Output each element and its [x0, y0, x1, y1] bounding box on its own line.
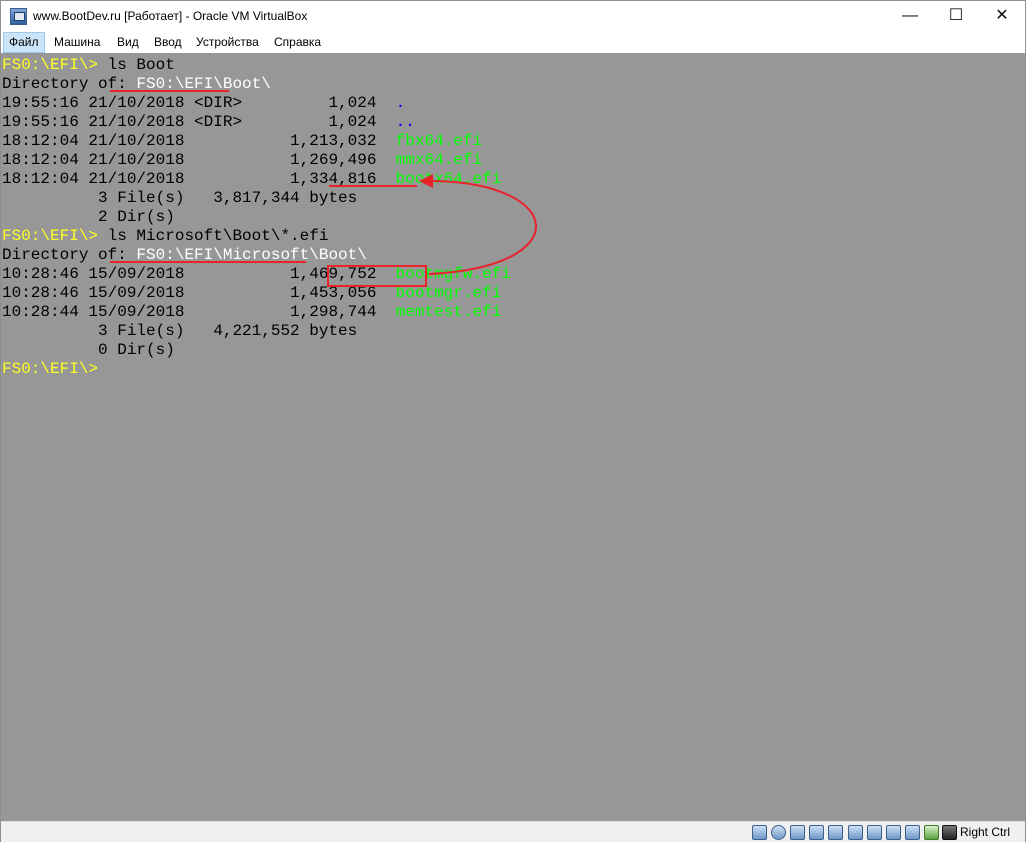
file-name: fbx64.efi: [395, 132, 483, 150]
terminal-line: FS0:\EFI\> ls Boot: [2, 56, 511, 75]
video-capture-icon[interactable]: [886, 825, 901, 840]
display-icon[interactable]: [867, 825, 882, 840]
audio-icon[interactable]: [790, 825, 805, 840]
menu-view[interactable]: Вид: [112, 32, 144, 53]
menu-bar: Файл Машина Вид Ввод Устройства Справка: [1, 32, 1025, 53]
optical-drive-icon[interactable]: [771, 825, 786, 840]
uefi-shell-output: FS0:\EFI\> ls Boot Directory of: FS0:\EFI…: [2, 56, 511, 379]
terminal-text: ls Boot: [107, 56, 175, 74]
underline-microsoft-boot-path: [110, 261, 306, 263]
shell-prompt: FS0:\EFI\>: [2, 56, 108, 74]
virtualbox-app-icon[interactable]: [10, 8, 27, 25]
menu-machine[interactable]: Машина: [49, 32, 105, 53]
terminal-text: 3 File(s) 3,817,344 bytes: [2, 189, 358, 207]
host-key-label: Right Ctrl: [960, 825, 1011, 839]
menu-devices[interactable]: Устройства: [191, 32, 264, 53]
shell-prompt: FS0:\EFI\>: [2, 227, 108, 245]
status-bar: Right Ctrl: [1, 821, 1025, 842]
terminal-line: FS0:\EFI\>: [2, 360, 511, 379]
terminal-line: Directory of: FS0:\EFI\Boot\: [2, 75, 511, 94]
terminal-text: 3 File(s) 4,221,552 bytes: [2, 322, 358, 340]
title-bar[interactable]: www.BootDev.ru [Работает] - Oracle VM Vi…: [1, 1, 1025, 32]
underline-boot-path: [110, 90, 229, 92]
terminal-text: 10:28:44 15/09/2018 1,298,744: [2, 303, 396, 321]
file-name: mmx64.efi: [395, 151, 483, 169]
vm-screen[interactable]: FS0:\EFI\> ls Boot Directory of: FS0:\EFI…: [1, 53, 1025, 821]
cpu-virtualization-icon[interactable]: [905, 825, 920, 840]
virtualbox-window: www.BootDev.ru [Работает] - Oracle VM Vi…: [0, 0, 1026, 842]
terminal-line: 19:55:16 21/10/2018 <DIR> 1,024 .: [2, 94, 511, 113]
terminal-text: ls Microsoft\Boot\*.efi: [107, 227, 329, 245]
terminal-text: 18:12:04 21/10/2018 1,269,496: [2, 151, 396, 169]
shell-prompt: FS0:\EFI\>: [2, 360, 99, 378]
terminal-line: 3 File(s) 3,817,344 bytes: [2, 189, 511, 208]
terminal-line: 10:28:46 15/09/2018 1,469,752 bootmgfw.e…: [2, 265, 511, 284]
terminal-line: 3 File(s) 4,221,552 bytes: [2, 322, 511, 341]
terminal-text: 18:12:04 21/10/2018 1,213,032: [2, 132, 396, 150]
close-button[interactable]: ✕: [979, 1, 1025, 32]
terminal-line: 2 Dir(s): [2, 208, 511, 227]
terminal-text: 0 Dir(s): [2, 341, 175, 359]
terminal-line: 18:12:04 21/10/2018 1,269,496 mmx64.efi: [2, 151, 511, 170]
file-name: memtest.efi: [395, 303, 502, 321]
shared-folders-icon[interactable]: [848, 825, 863, 840]
maximize-button[interactable]: ☐: [933, 1, 979, 32]
underline-bootx64: [329, 185, 417, 187]
hard-disk-icon[interactable]: [752, 825, 767, 840]
window-title: www.BootDev.ru [Работает] - Oracle VM Vi…: [33, 9, 308, 23]
terminal-line: 19:55:16 21/10/2018 <DIR> 1,024 ..: [2, 113, 511, 132]
terminal-text: .: [395, 94, 406, 112]
terminal-line: 10:28:44 15/09/2018 1,298,744 memtest.ef…: [2, 303, 511, 322]
menu-file[interactable]: Файл: [3, 32, 45, 53]
menu-input[interactable]: Ввод: [149, 32, 187, 53]
terminal-line: 10:28:46 15/09/2018 1,453,056 bootmgr.ef…: [2, 284, 511, 303]
minimize-button[interactable]: —: [887, 1, 933, 32]
terminal-line: FS0:\EFI\> ls Microsoft\Boot\*.efi: [2, 227, 511, 246]
green-status-icon[interactable]: [924, 825, 939, 840]
menu-help[interactable]: Справка: [269, 32, 326, 53]
terminal-text: 19:55:16 21/10/2018 <DIR> 1,024: [2, 113, 396, 131]
highlight-box-bootmgfw: [327, 265, 427, 287]
terminal-line: 18:12:04 21/10/2018 1,334,816 bootx64.ef…: [2, 170, 511, 189]
mouse-integration-icon[interactable]: [942, 825, 957, 840]
terminal-line: 0 Dir(s): [2, 341, 511, 360]
network-icon[interactable]: [809, 825, 824, 840]
usb-icon[interactable]: [828, 825, 843, 840]
terminal-line: 18:12:04 21/10/2018 1,213,032 fbx64.efi: [2, 132, 511, 151]
terminal-text: ..: [395, 113, 415, 131]
terminal-text: 2 Dir(s): [2, 208, 175, 226]
terminal-text: 19:55:16 21/10/2018 <DIR> 1,024: [2, 94, 396, 112]
